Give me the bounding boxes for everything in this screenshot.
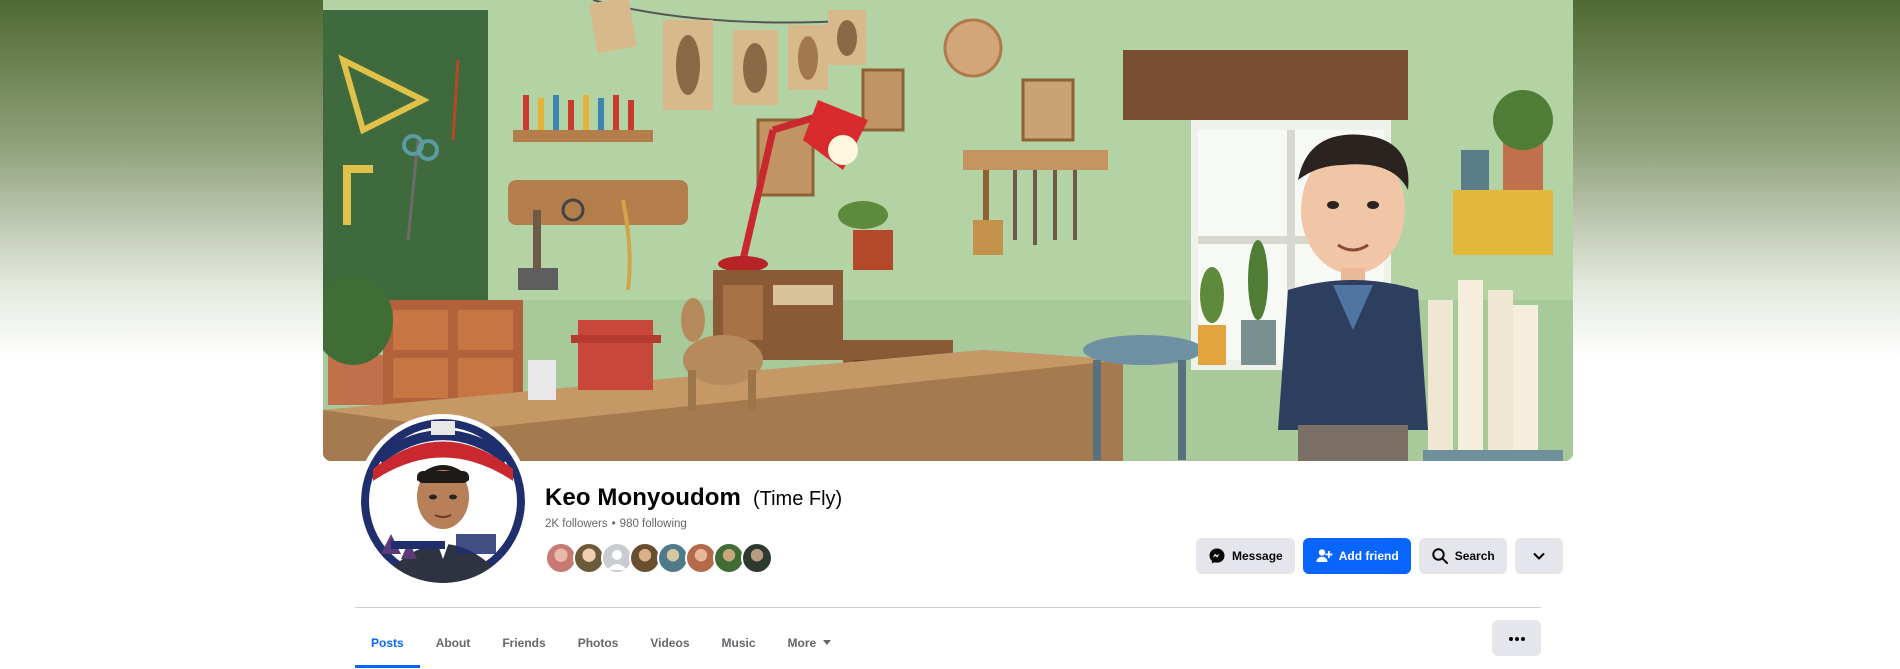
tab-label: Photos (577, 636, 619, 650)
more-options-button[interactable] (1492, 620, 1541, 656)
tab-label: More (787, 636, 817, 650)
profile-alternate-name: (Time Fly) (752, 488, 843, 510)
profile-actions: Message Add friend Search (1196, 538, 1563, 574)
profile-name-row: Keo Monyoudom (Time Fly) (545, 484, 842, 512)
add-friend-icon (1315, 547, 1333, 565)
search-button[interactable]: Search (1418, 538, 1507, 574)
tab-label: Friends (502, 636, 546, 650)
cover-photo[interactable] (323, 0, 1573, 461)
profile-dropdown-button[interactable] (1514, 538, 1563, 574)
tab-about[interactable]: About (420, 618, 487, 668)
search-icon (1431, 547, 1449, 565)
caret-down-icon (822, 636, 832, 650)
profile-name: Keo Monyoudom (545, 484, 741, 511)
message-button-label: Message (1232, 549, 1283, 563)
tab-friends[interactable]: Friends (486, 618, 561, 668)
tab-label: Posts (371, 636, 404, 650)
profile-tabs: Posts About Friends Photos Videos Music … (355, 618, 848, 668)
tab-label: Videos (650, 636, 690, 650)
message-button[interactable]: Message (1196, 538, 1295, 574)
tab-posts[interactable]: Posts (355, 618, 420, 668)
profile-stats: 2K followers • 980 following (545, 518, 687, 530)
following-link[interactable]: 980 following (620, 518, 687, 530)
friend-avatar[interactable] (741, 542, 773, 574)
add-friend-button-label: Add friend (1338, 549, 1399, 563)
chevron-down-icon (1531, 548, 1547, 564)
profile-avatar[interactable] (356, 414, 530, 588)
friend-avatars (545, 542, 773, 574)
add-friend-button[interactable]: Add friend (1302, 538, 1411, 574)
more-dots-icon (1508, 629, 1526, 647)
messenger-icon (1208, 547, 1226, 565)
tab-more[interactable]: More (772, 618, 849, 668)
tab-photos[interactable]: Photos (562, 618, 635, 668)
tab-label: About (435, 636, 471, 650)
tab-videos[interactable]: Videos (634, 618, 705, 668)
tab-label: Music (721, 636, 756, 650)
followers-link[interactable]: 2K followers (545, 518, 608, 530)
search-button-label: Search (1454, 549, 1495, 563)
profile-divider (355, 607, 1541, 608)
tab-music[interactable]: Music (706, 618, 772, 668)
stats-separator: • (611, 518, 616, 530)
